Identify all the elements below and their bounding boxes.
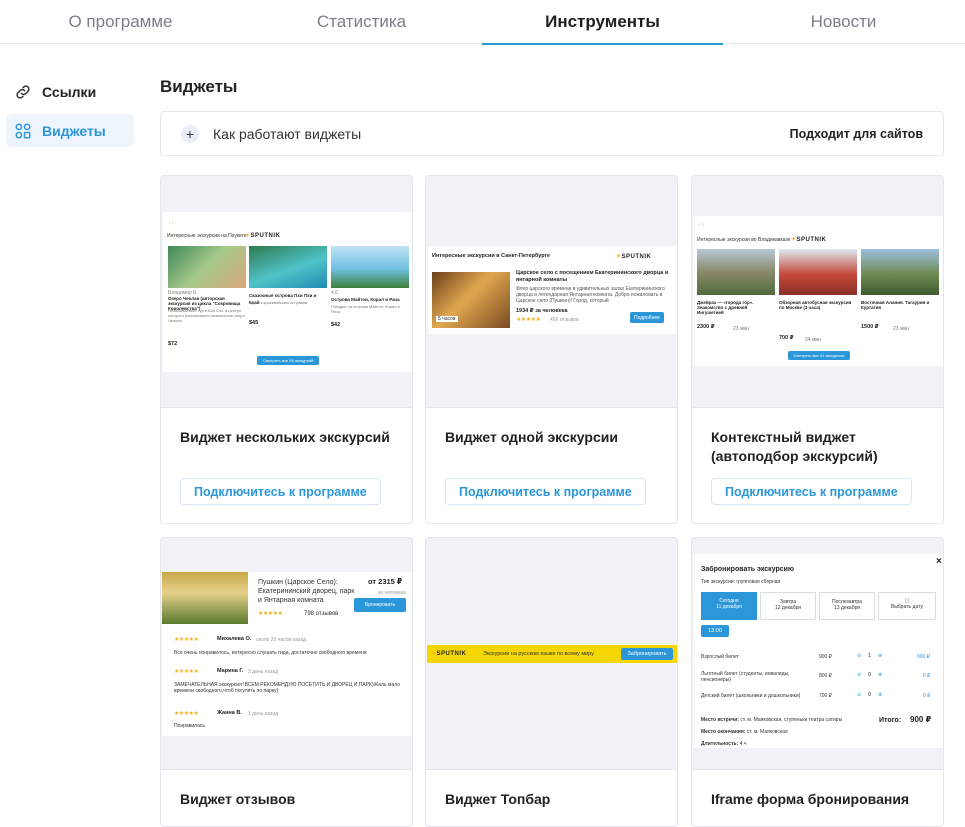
top-tabs: О программе Статистика Инструменты Новос… (0, 0, 965, 45)
widget-card-single: Интересные экскурсии в Санкт-Петербурге … (425, 175, 678, 524)
widget-card-title: Виджет Топбар (445, 791, 551, 807)
tab-statistics[interactable]: Статистика (241, 0, 482, 44)
widget-preview-single: Интересные экскурсии в Санкт-Петербурге … (426, 176, 677, 408)
preview-show-all-button: Смотреть все 56 экскурсий (257, 356, 319, 365)
sputnik-logo: ✦SPUTNIK (616, 254, 652, 260)
preview-booking-widget: Забронировать экскурсию × Тип экскурсии:… (693, 554, 943, 748)
sidebar-item-label: Виджеты (42, 122, 106, 139)
widget-preview-reviews: Пушкин (Царское Село): Екатерининский дв… (161, 538, 412, 770)
widget-preview-context: ‹ › Интересные экскурсии во Владикавказе… (692, 176, 943, 408)
widget-card-topbar: ✦SPUTNIK Экскурсии на русском языке по в… (425, 537, 678, 827)
date-option: ▢ Выбрать дату (878, 592, 936, 620)
connect-button[interactable]: Подключитесь к программе (445, 478, 646, 505)
connect-button[interactable]: Подключитесь к программе (711, 478, 912, 505)
widget-card-title: Iframe форма бронирования (711, 791, 910, 807)
link-icon (16, 84, 30, 99)
preview-topbar-button: Забронировать (621, 648, 673, 660)
howto-accordion[interactable]: + Как работают виджеты Подходит для сайт… (160, 111, 944, 156)
tab-about[interactable]: О программе (0, 0, 241, 44)
tour-photo (779, 249, 857, 295)
tour-photo (162, 572, 248, 624)
preview-show-all-button: Смотреть все 41 экскурсию (788, 351, 850, 360)
widget-preview-booking: Забронировать экскурсию × Тип экскурсии:… (692, 538, 943, 770)
date-option: Послезавтра 13 декабря (819, 592, 875, 620)
preview-title: Интересные экскурсии на Пхукете (167, 233, 247, 239)
sidebar-item-widgets[interactable]: Виджеты (6, 114, 134, 147)
connect-button[interactable]: Подключитесь к программе (180, 478, 381, 505)
page-title: Виджеты (160, 77, 238, 96)
date-option: Завтра 12 декабря (760, 592, 816, 620)
tour-photo (861, 249, 939, 295)
time-option: 13:00 (701, 625, 729, 637)
preview-topbar-widget: ✦SPUTNIK Экскурсии на русском языке по в… (427, 645, 677, 663)
widget-card-title: Виджет отзывов (180, 791, 296, 807)
tab-tools[interactable]: Инструменты (482, 0, 723, 45)
sputnik-logo: ✦SPUTNIK (791, 237, 827, 243)
sputnik-logo: ✦SPUTNIK (245, 233, 281, 239)
preview-single-widget: Интересные экскурсии в Санкт-Петербурге … (428, 246, 677, 334)
widget-card-title: Контекстный виджет (автоподбор экскурсий… (711, 429, 878, 464)
tab-news[interactable]: Новости (723, 0, 964, 44)
howto-right-label: Подходит для сайтов (789, 126, 923, 141)
widget-preview-topbar: ✦SPUTNIK Экскурсии на русском языке по в… (426, 538, 677, 770)
tour-photo (331, 246, 409, 288)
date-option: Сегодня 11 декабря (701, 592, 757, 620)
widget-card-context: ‹ › Интересные экскурсии во Владикавказе… (691, 175, 944, 524)
howto-label: Как работают виджеты (213, 125, 362, 142)
tour-photo (697, 249, 775, 295)
preview-context-widget: ‹ › Интересные экскурсии во Владикавказе… (693, 216, 943, 366)
preview-reviews-widget: Пушкин (Царское Село): Екатерининский дв… (162, 572, 412, 736)
widget-card-multi: ‹ › Интересные экскурсии на Пхукете ✦SPU… (160, 175, 413, 524)
preview-details-button: Подробнее (630, 312, 664, 323)
preview-multi-widget: ‹ › Интересные экскурсии на Пхукете ✦SPU… (163, 212, 412, 372)
plus-icon: + (181, 124, 199, 143)
sidebar-item-label: Ссылки (42, 83, 97, 100)
sputnik-logo: ✦SPUTNIK (431, 651, 467, 657)
sidebar-item-links[interactable]: Ссылки (6, 75, 134, 108)
close-icon: × (936, 556, 942, 567)
preview-book-button: Бронировать (354, 598, 406, 612)
tour-photo (249, 246, 327, 288)
widget-card-title: Виджет нескольких экскурсий (180, 429, 390, 445)
widget-card-reviews: Пушкин (Царское Село): Екатерининский дв… (160, 537, 413, 827)
tour-photo (168, 246, 246, 288)
widget-card-booking: Забронировать экскурсию × Тип экскурсии:… (691, 537, 944, 827)
widget-card-title: Виджет одной экскурсии (445, 429, 618, 445)
grid-icon (15, 123, 31, 138)
widget-preview-multi: ‹ › Интересные экскурсии на Пхукете ✦SPU… (161, 176, 412, 408)
